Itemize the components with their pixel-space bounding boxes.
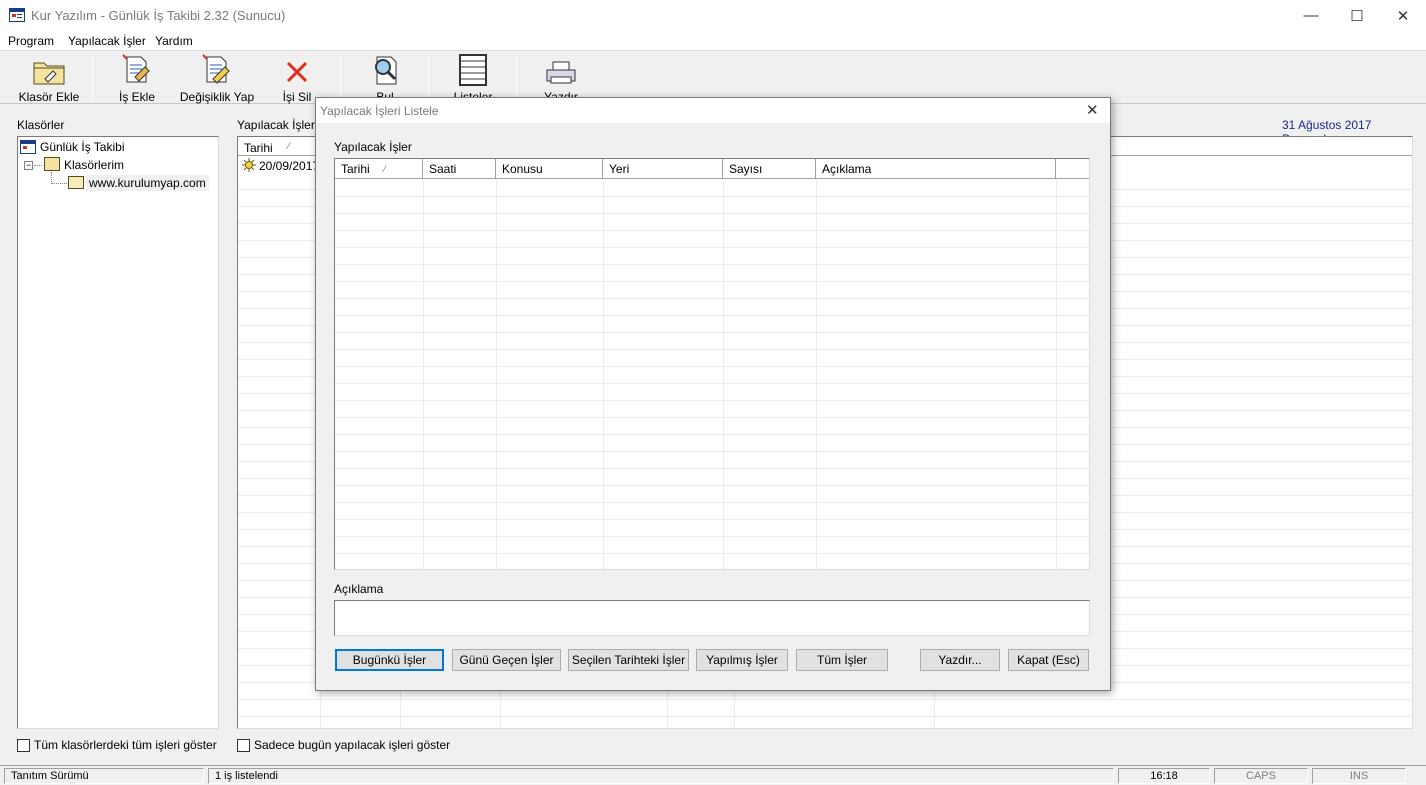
selected-date-tasks-button[interactable]: Seçilen Tarihteki İşler bbox=[568, 649, 689, 671]
dialog-close-icon[interactable]: ✕ bbox=[1086, 101, 1099, 119]
dialog-print-button[interactable]: Yazdır... bbox=[920, 649, 1000, 671]
task-add-label: İş Ekle bbox=[118, 90, 155, 104]
folder-tree[interactable]: Günlük İş Takibi − Klasörlerim www.kurul… bbox=[17, 136, 219, 729]
tree-root[interactable]: Günlük İş Takibi bbox=[40, 140, 125, 154]
toolbar-separator bbox=[340, 56, 341, 102]
status-ins: INS bbox=[1312, 768, 1406, 784]
edit-button[interactable]: Değişiklik Yap bbox=[178, 52, 256, 104]
folder-add-button[interactable]: Klasör Ekle bbox=[16, 52, 82, 104]
minimize-button[interactable]: — bbox=[1288, 0, 1334, 31]
status-count: 1 iş listelendi bbox=[208, 768, 1114, 784]
folder-add-label: Klasör Ekle bbox=[18, 90, 80, 104]
print-icon bbox=[546, 61, 576, 84]
delete-label: İşi Sil bbox=[282, 90, 312, 104]
dialog-title: Yapılacak İşleri Listele bbox=[320, 104, 439, 118]
grid-divider bbox=[496, 180, 497, 569]
title-bar: Kur Yazılım - Günlük İş Takibi 2.32 (Sun… bbox=[0, 0, 1426, 31]
all-tasks-button[interactable]: Tüm İşler bbox=[796, 649, 888, 671]
dialog-title-bar: Yapılacak İşleri Listele ✕ bbox=[316, 98, 1110, 123]
list-icon bbox=[459, 54, 487, 86]
today-only-option[interactable]: Sadece bugün yapılacak işleri göster bbox=[237, 738, 450, 752]
folder-add-icon bbox=[33, 62, 65, 85]
maximize-button[interactable]: ☐ bbox=[1334, 0, 1380, 31]
folder-icon bbox=[68, 176, 84, 189]
collapse-icon[interactable]: − bbox=[24, 161, 33, 170]
dialog-column-saati[interactable]: Saati bbox=[423, 159, 496, 178]
overdue-tasks-button[interactable]: Günü Geçen İşler bbox=[452, 649, 561, 671]
toolbar-separator bbox=[92, 56, 93, 102]
edit-icon bbox=[202, 54, 230, 84]
show-all-option[interactable]: Tüm klasörlerdeki tüm işleri göster bbox=[17, 738, 217, 752]
sun-icon bbox=[242, 158, 256, 172]
menu-bar: Program Yapılacak İşler Yardım bbox=[0, 31, 1426, 51]
edit-label: Değişiklik Yap bbox=[179, 90, 255, 104]
close-button[interactable]: ✕ bbox=[1380, 0, 1426, 31]
tree-line bbox=[51, 183, 67, 184]
tasks-label: Yapılacak İşler bbox=[237, 118, 315, 132]
status-time: 16:18 bbox=[1118, 768, 1210, 784]
menu-program[interactable]: Program bbox=[8, 34, 54, 48]
completed-tasks-button[interactable]: Yapılmış İşler bbox=[696, 649, 788, 671]
grid-divider bbox=[1056, 180, 1057, 569]
today-tasks-button[interactable]: Bugünkü İşler bbox=[335, 649, 444, 671]
dialog-column-tarihi[interactable]: Tarihi ⁄ bbox=[335, 159, 423, 178]
grid-divider bbox=[816, 180, 817, 569]
show-all-checkbox[interactable] bbox=[17, 738, 30, 752]
dialog-description-label: Açıklama bbox=[334, 582, 384, 596]
grid-divider bbox=[723, 180, 724, 569]
task-add-button[interactable]: İş Ekle bbox=[108, 52, 166, 104]
grid-divider bbox=[603, 180, 604, 569]
dialog-description-field[interactable] bbox=[334, 600, 1090, 636]
sort-icon: ⁄ bbox=[384, 164, 386, 174]
app-icon bbox=[9, 8, 25, 22]
task-add-icon bbox=[122, 54, 150, 83]
status-version: Tanıtım Sürümü bbox=[4, 768, 204, 784]
today-only-label: Sadece bugün yapılacak işleri göster bbox=[254, 738, 451, 752]
window-title: Kur Yazılım - Günlük İş Takibi 2.32 (Sun… bbox=[31, 8, 286, 23]
folder-icon bbox=[44, 157, 60, 171]
toolbar-separator bbox=[516, 56, 517, 102]
dialog-column-aciklama[interactable]: Açıklama bbox=[816, 159, 1056, 178]
dialog-column-yeri[interactable]: Yeri bbox=[603, 159, 723, 178]
tree-line bbox=[34, 165, 42, 166]
dialog-tasks-grid[interactable]: Tarihi ⁄ Saati Konusu Yeri Sayısı Açıklam… bbox=[334, 158, 1090, 570]
status-bar: Tanıtım Sürümü 1 iş listelendi 16:18 CAP… bbox=[0, 765, 1426, 785]
dialog-column-konusu[interactable]: Konusu bbox=[496, 159, 603, 178]
dialog-column-sayisi[interactable]: Sayısı bbox=[723, 159, 816, 178]
task-row-date[interactable]: 20/09/2017 bbox=[259, 159, 319, 173]
delete-icon bbox=[286, 61, 308, 83]
dialog-list-label: Yapılacak İşler bbox=[334, 140, 412, 154]
toolbar-separator bbox=[428, 56, 429, 102]
show-all-label: Tüm klasörlerdeki tüm işleri göster bbox=[34, 738, 217, 752]
grid-divider bbox=[423, 180, 424, 569]
today-only-checkbox[interactable] bbox=[237, 738, 250, 752]
sort-icon: ⁄ bbox=[288, 141, 290, 151]
list-tasks-dialog: Yapılacak İşleri Listele ✕ Yapılacak İşl… bbox=[315, 97, 1111, 691]
column-tarihi[interactable]: Tarihi bbox=[244, 141, 273, 155]
folders-label: Klasörler bbox=[17, 118, 65, 132]
find-icon bbox=[375, 56, 397, 85]
dialog-grid-rows bbox=[335, 180, 1089, 569]
menu-yapilacak-isler[interactable]: Yapılacak İşler bbox=[68, 34, 146, 48]
tree-klasorlerim[interactable]: Klasörlerim bbox=[64, 158, 124, 172]
dialog-close-button[interactable]: Kapat (Esc) bbox=[1008, 649, 1089, 671]
calendar-icon bbox=[20, 140, 36, 154]
dialog-grid-header: Tarihi ⁄ Saati Konusu Yeri Sayısı Açıklam… bbox=[335, 159, 1089, 179]
menu-yardim[interactable]: Yardım bbox=[155, 34, 193, 48]
tree-www-kurulumyap[interactable]: www.kurulumyap.com bbox=[86, 175, 209, 191]
status-caps: CAPS bbox=[1214, 768, 1308, 784]
